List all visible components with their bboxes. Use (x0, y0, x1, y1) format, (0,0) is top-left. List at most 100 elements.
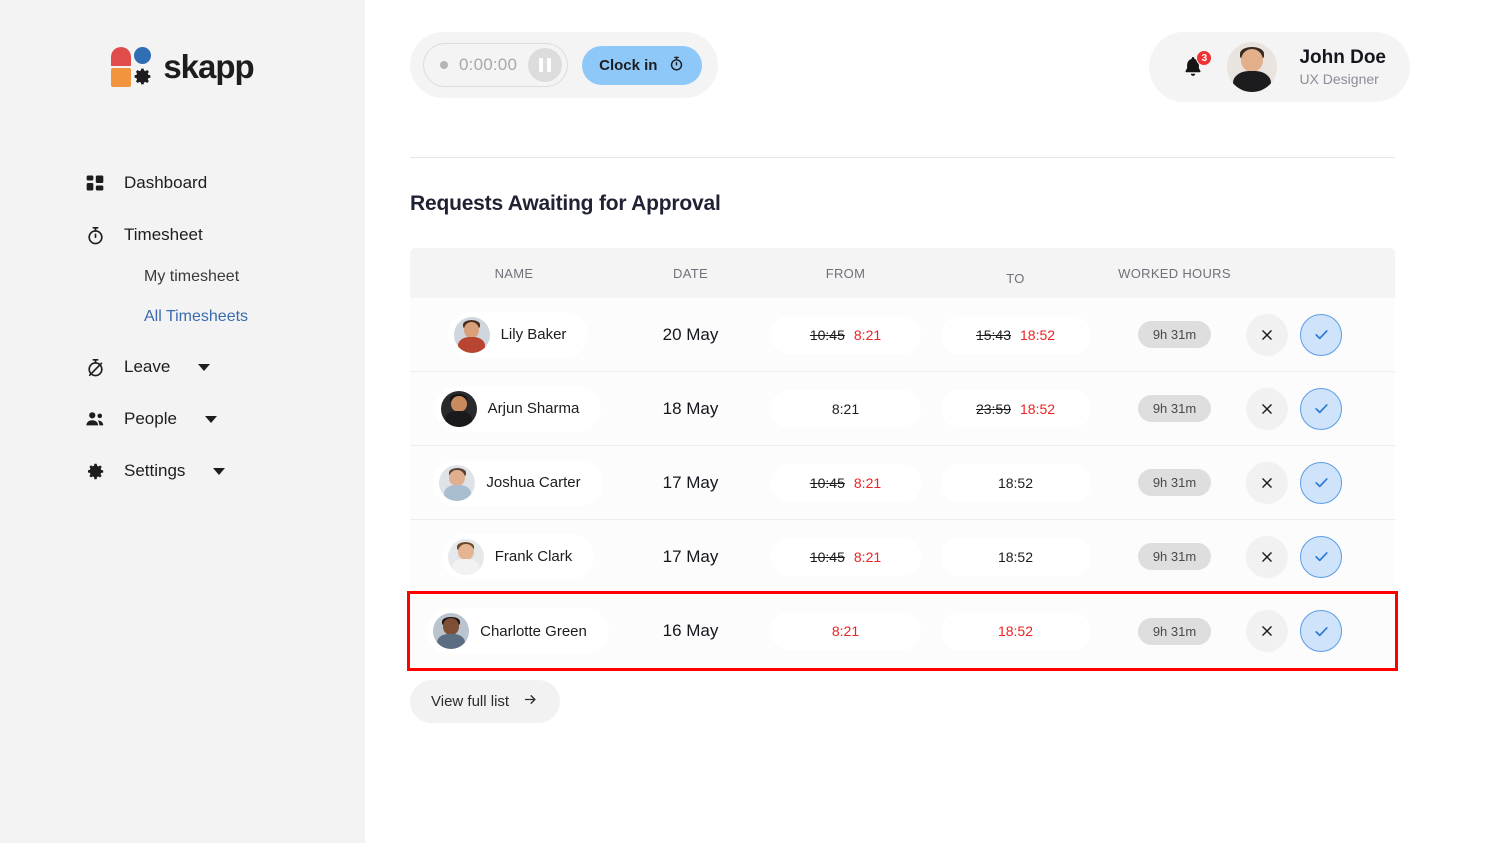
to-time-field[interactable]: 23:59 18:52 (940, 389, 1091, 428)
table-row[interactable]: Lily Baker 20 May 10:45 8:21 15:43 18:52 9h 31… (410, 298, 1395, 372)
sidebar-item-label: Leave (124, 357, 171, 376)
worked-hours-badge: 9h 31m (1137, 321, 1212, 348)
approve-button[interactable] (1300, 387, 1342, 430)
to-time-field[interactable]: 18:52 (940, 612, 1091, 650)
chevron-down-icon[interactable] (204, 415, 217, 423)
sidebar-item-label: Timesheet (124, 225, 203, 244)
from-time-field[interactable]: 8:21 (770, 612, 921, 650)
chevron-down-icon[interactable] (213, 467, 226, 475)
avatar (440, 390, 477, 427)
cell-worked-hours: 9h 31m (1103, 395, 1246, 422)
cell-to: 23:59 18:52 (928, 389, 1103, 428)
cell-worked-hours: 9h 31m (1103, 543, 1246, 570)
people-icon (84, 408, 106, 430)
cell-date: 18 May (618, 399, 763, 419)
chevron-down-icon[interactable] (198, 363, 211, 371)
cell-worked-hours: 9h 31m (1103, 321, 1246, 348)
stopwatch-icon (84, 224, 106, 246)
check-icon (1314, 626, 1328, 636)
approve-button[interactable] (1300, 535, 1342, 578)
requests-table: NAME DATE FROM TO WORKED HOURS Lily Bake… (407, 248, 1398, 671)
time-original-value: 15:43 (975, 326, 1011, 343)
close-icon (1262, 551, 1272, 562)
time-value: 18:52 (997, 474, 1034, 491)
employee-name: Joshua Carter (486, 474, 581, 491)
cell-name: Frank Clark (410, 533, 618, 580)
table-row[interactable]: Arjun Sharma 18 May 8:21 23:59 18:52 9h 31m (410, 372, 1395, 446)
pause-icon (539, 58, 544, 72)
approve-button[interactable] (1300, 610, 1342, 652)
sidebar-item-settings[interactable]: Settings (0, 449, 365, 493)
sidebar-item-label: Dashboard (124, 173, 208, 192)
reject-button[interactable] (1246, 387, 1288, 430)
table-row[interactable]: Frank Clark 17 May 10:45 8:21 18:52 9h 31m (410, 520, 1395, 594)
cell-actions (1246, 387, 1395, 430)
cell-name: Charlotte Green (410, 608, 618, 654)
to-time-field[interactable]: 18:52 (940, 463, 1091, 502)
from-time-field[interactable]: 10:45 8:21 (770, 315, 921, 354)
from-time-field[interactable]: 10:45 8:21 (770, 537, 921, 576)
employee-chip[interactable]: Frank Clark (441, 533, 595, 580)
pause-button[interactable] (528, 48, 563, 82)
bell-icon[interactable]: 3 (1181, 50, 1213, 80)
column-header-from: FROM (825, 265, 866, 281)
cell-name: Joshua Carter (410, 459, 618, 506)
from-time-field[interactable]: 8:21 (770, 389, 921, 428)
time-original-value: 10:45 (809, 474, 845, 491)
cell-actions (1246, 610, 1395, 652)
employee-chip[interactable]: Charlotte Green (427, 608, 609, 654)
reject-button[interactable] (1246, 313, 1288, 356)
sidebar-item-people[interactable]: People (0, 397, 365, 441)
sidebar: skapp Dashboard Timesheet My timesheet A… (0, 0, 365, 843)
reject-button[interactable] (1246, 535, 1288, 578)
to-time-field[interactable]: 15:43 18:52 (940, 315, 1091, 354)
employee-chip[interactable]: Joshua Carter (433, 459, 603, 506)
approve-button[interactable] (1300, 461, 1342, 504)
table-row[interactable]: Joshua Carter 17 May 10:45 8:21 18:52 9h 31m (410, 446, 1395, 520)
sidebar-item-dashboard[interactable]: Dashboard (0, 161, 365, 205)
check-icon (1314, 478, 1328, 488)
sidebar-item-label: Settings (124, 461, 186, 480)
worked-hours-badge: 9h 31m (1137, 617, 1212, 645)
reject-button[interactable] (1246, 461, 1288, 504)
clock-widget: 0:00:00 Clock in (410, 32, 719, 98)
date-value: 17 May (662, 546, 719, 566)
time-original-value: 10:45 (809, 548, 845, 565)
employee-name: Frank Clark (494, 548, 573, 565)
cell-worked-hours: 9h 31m (1103, 617, 1246, 645)
sidebar-item-leave[interactable]: Leave (0, 345, 365, 389)
from-time-field[interactable]: 10:45 8:21 (770, 463, 921, 502)
cell-date: 17 May (618, 547, 763, 567)
cell-from: 10:45 8:21 (763, 537, 928, 576)
user-name: John Doe (1299, 47, 1386, 69)
employee-chip[interactable]: Arjun Sharma (434, 385, 602, 432)
main-content: 0:00:00 Clock in 3 John Doe UX Designer … (365, 0, 1512, 843)
employee-chip[interactable]: Lily Baker (447, 311, 589, 358)
cell-actions (1246, 461, 1395, 504)
brand-name: skapp (163, 48, 254, 85)
employee-name: Arjun Sharma (487, 400, 580, 417)
table-row[interactable]: Charlotte Green 16 May 8:21 18:52 9h 31m (407, 591, 1398, 671)
cell-name: Lily Baker (410, 311, 618, 358)
worked-hours-badge: 9h 31m (1137, 469, 1212, 496)
reject-button[interactable] (1246, 610, 1288, 652)
sidebar-subitem-all-timesheets[interactable]: All Timesheets (0, 297, 365, 337)
sidebar-item-timesheet[interactable]: Timesheet (0, 213, 365, 257)
brand-logo[interactable]: skapp (0, 47, 365, 87)
approve-button[interactable] (1300, 313, 1342, 356)
table-body: Lily Baker 20 May 10:45 8:21 15:43 18:52 9h 31… (407, 298, 1398, 671)
sidebar-subitem-label: My timesheet (144, 268, 240, 285)
time-value: 8:21 (831, 400, 860, 417)
sidebar-subitem-my-timesheet[interactable]: My timesheet (0, 257, 365, 297)
cell-to: 18:52 (928, 463, 1103, 502)
date-value: 16 May (662, 621, 719, 640)
avatar (439, 464, 476, 501)
close-icon (1262, 477, 1272, 488)
time-edited-value: 18:52 (1020, 326, 1056, 343)
to-time-field[interactable]: 18:52 (940, 537, 1091, 576)
avatar[interactable] (1227, 42, 1278, 92)
app-root: skapp Dashboard Timesheet My timesheet A… (0, 0, 1512, 843)
view-full-list-button[interactable]: View full list (410, 680, 561, 723)
user-profile[interactable]: 3 John Doe UX Designer (1149, 32, 1410, 102)
clock-in-button[interactable]: Clock in (582, 45, 703, 85)
